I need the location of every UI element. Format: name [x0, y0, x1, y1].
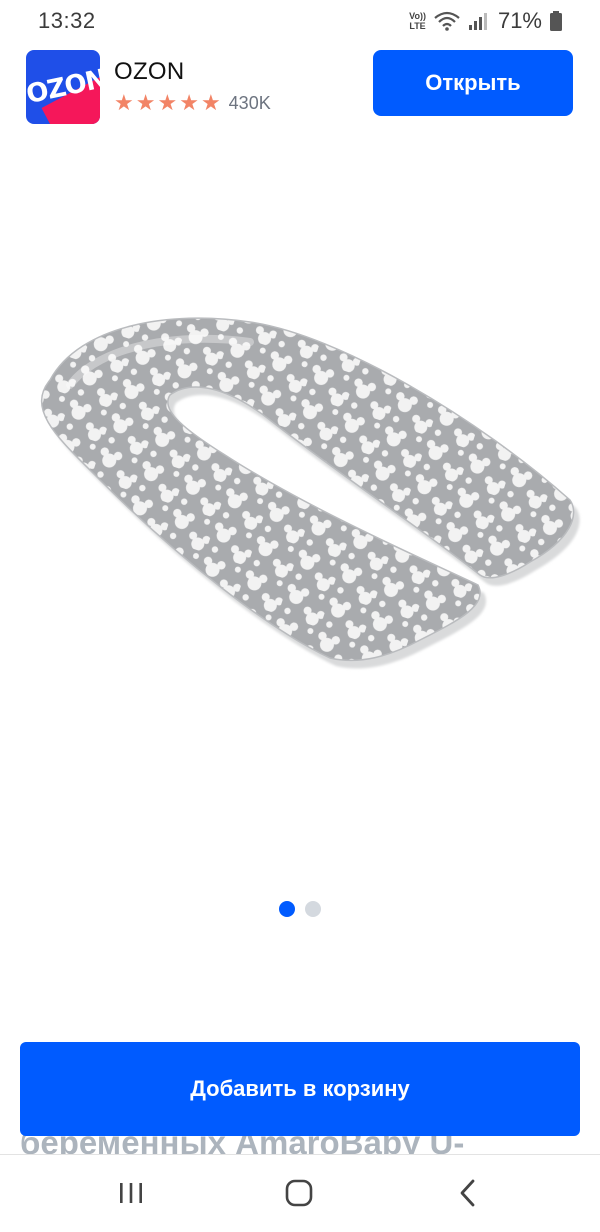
app-name: OZON — [114, 58, 185, 85]
product-image[interactable] — [10, 300, 590, 690]
volte-icon: Vo)) LTE — [409, 11, 426, 31]
app-rating: ★ ★ ★ ★ ★ 430K — [114, 92, 271, 114]
star-icon: ★ — [157, 90, 178, 115]
star-icon: ★ — [135, 90, 156, 115]
wifi-icon — [434, 11, 460, 31]
star-icon: ★ — [179, 90, 199, 115]
open-app-button[interactable]: Открыть — [373, 50, 573, 116]
status-time: 13:32 — [38, 8, 96, 33]
volte-bottom-label: LTE — [409, 21, 426, 31]
status-bar: 13:32 Vo)) LTE 71% — [0, 0, 600, 44]
home-icon[interactable] — [279, 1177, 319, 1209]
app-install-banner: OZON OZON ★ ★ ★ ★ ★ 430K Открыть — [0, 44, 600, 130]
signal-icon — [468, 13, 487, 30]
add-to-cart-button[interactable]: Добавить в корзину — [20, 1042, 580, 1136]
back-icon[interactable] — [448, 1177, 488, 1209]
rating-stars: ★ ★ ★ ★ ★ — [114, 92, 221, 114]
ozon-logo: OZON — [26, 50, 100, 124]
carousel-dot-2[interactable] — [305, 901, 321, 917]
status-indicators: Vo)) LTE 71% — [409, 8, 562, 34]
recents-icon[interactable] — [111, 1177, 151, 1209]
rating-count: 430K — [228, 92, 271, 113]
battery-percent: 71% — [497, 8, 542, 33]
star-icon: ★ — [114, 90, 134, 115]
volte-top-label: Vo)) — [409, 11, 426, 21]
battery-icon — [550, 11, 562, 31]
carousel-dots — [0, 901, 600, 917]
navigation-bar — [0, 1154, 600, 1232]
screen: 13:32 Vo)) LTE 71% OZON OZON ★ ★ ★ ★ ★ 4… — [0, 0, 600, 1232]
carousel-dot-1[interactable] — [279, 901, 295, 917]
star-icon: ★ — [200, 90, 221, 115]
